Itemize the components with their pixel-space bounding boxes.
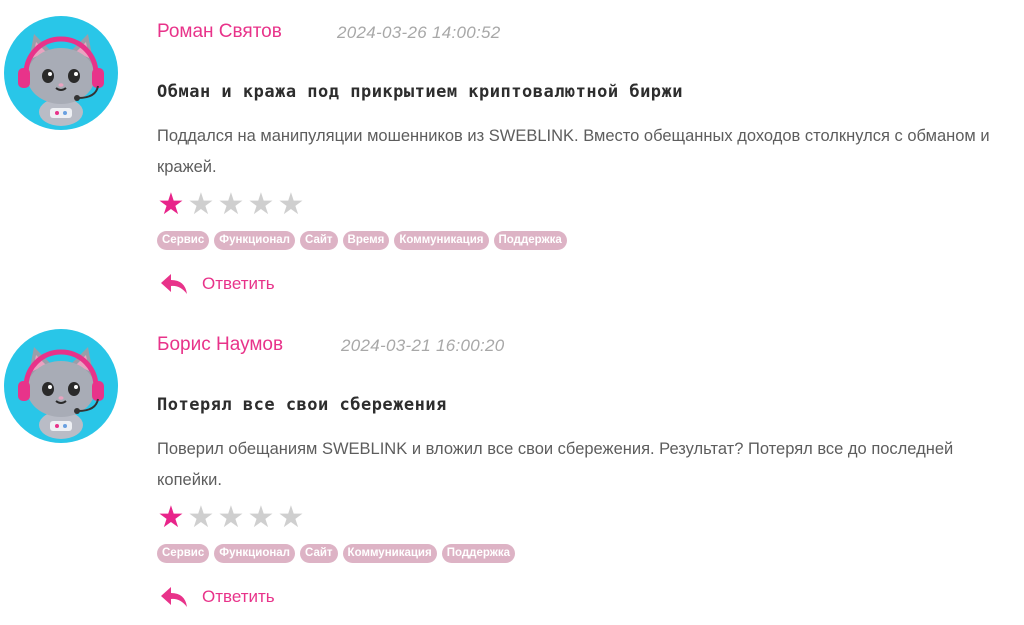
- review-date: 2024-03-26 14:00:52: [337, 23, 501, 42]
- review-body: Поверил обещаниям SWEBLINK и вложил все …: [157, 440, 954, 489]
- reply-label: Ответить: [202, 274, 275, 293]
- cat-gamer-avatar: [4, 16, 118, 130]
- tag[interactable]: Поддержка: [441, 544, 516, 563]
- star-icon: ★: [217, 188, 245, 221]
- tag[interactable]: Поддержка: [493, 231, 567, 250]
- tag[interactable]: Функционал: [214, 231, 295, 250]
- star-icon: ★: [277, 501, 305, 534]
- star-icon: ★: [187, 188, 215, 221]
- tag[interactable]: Функционал: [214, 544, 295, 563]
- tag[interactable]: Сайт: [300, 544, 338, 563]
- review-title: Обман и кража под прикрытием криптовалют…: [157, 82, 684, 102]
- reply-arrow-icon: [160, 273, 188, 295]
- tag[interactable]: Сайт: [300, 231, 338, 250]
- star-icon: ★: [247, 188, 275, 221]
- cat-gamer-avatar: [4, 329, 118, 443]
- star-icon: ★: [157, 501, 185, 534]
- reply-button[interactable]: Ответить: [160, 272, 275, 296]
- tag[interactable]: Сервис: [157, 544, 210, 563]
- review-card: Роман Святов 2024-03-26 14:00:52 Обман и…: [0, 0, 1024, 312]
- tag[interactable]: Сервис: [157, 231, 210, 250]
- review-card: Борис Наумов 2024-03-21 16:00:20 Потерял…: [0, 313, 1024, 625]
- star-icon: ★: [277, 188, 305, 221]
- star-icon: ★: [187, 501, 215, 534]
- tag[interactable]: Время: [342, 231, 390, 250]
- review-date: 2024-03-21 16:00:20: [341, 336, 505, 355]
- review-author: Борис Наумов: [157, 334, 284, 355]
- tag-list: Сервис Функционал Сайт Время Коммуникаци…: [157, 231, 567, 250]
- tag[interactable]: Коммуникация: [342, 544, 437, 563]
- review-author: Роман Святов: [157, 21, 282, 42]
- star-icon: ★: [217, 501, 245, 534]
- review-body: Поддался на манипуляции мошенников из SW…: [157, 127, 990, 176]
- tag[interactable]: Коммуникация: [394, 231, 489, 250]
- star-rating: ★ ★ ★ ★ ★: [157, 503, 305, 533]
- star-rating: ★ ★ ★ ★ ★: [157, 190, 305, 220]
- star-icon: ★: [157, 188, 185, 221]
- star-icon: ★: [247, 501, 275, 534]
- tag-list: Сервис Функционал Сайт Коммуникация Подд…: [157, 544, 516, 563]
- review-title: Потерял все свои сбережения: [157, 395, 447, 415]
- reply-button[interactable]: Ответить: [160, 585, 275, 609]
- reply-label: Ответить: [202, 587, 275, 606]
- reply-arrow-icon: [160, 586, 188, 608]
